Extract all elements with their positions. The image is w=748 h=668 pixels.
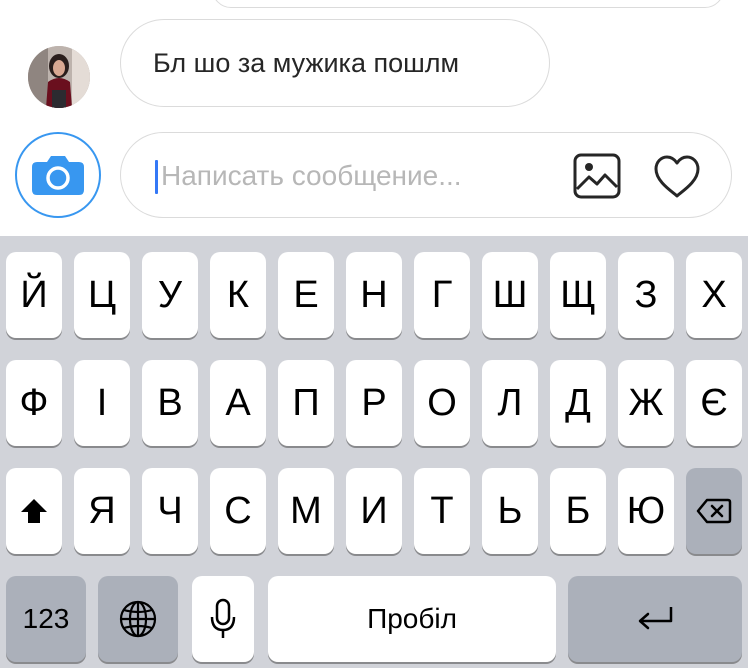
camera-button[interactable]: [15, 132, 101, 218]
backspace-key[interactable]: [686, 468, 742, 554]
microphone-key[interactable]: [192, 576, 254, 662]
numbers-key[interactable]: 123: [6, 576, 86, 662]
key-letter[interactable]: И: [346, 468, 402, 554]
key-letter[interactable]: З: [618, 252, 674, 338]
key-letter[interactable]: О: [414, 360, 470, 446]
avatar[interactable]: [28, 46, 90, 108]
space-key[interactable]: Пробіл: [268, 576, 556, 662]
key-letter[interactable]: Б: [550, 468, 606, 554]
keyboard: Й Ц У К Е Н Г Ш Щ З Х Ф І В А П Р О Л Д …: [0, 236, 748, 668]
text-caret: [155, 160, 158, 194]
message-bubble: Бл шо за мужика пошлм: [120, 19, 550, 107]
shift-icon: [21, 499, 47, 523]
key-letter[interactable]: А: [210, 360, 266, 446]
key-letter[interactable]: Ш: [482, 252, 538, 338]
key-letter[interactable]: Ь: [482, 468, 538, 554]
key-letter[interactable]: І: [74, 360, 130, 446]
key-letter[interactable]: Щ: [550, 252, 606, 338]
key-letter[interactable]: У: [142, 252, 198, 338]
message-input[interactable]: Написать сообщение...: [120, 132, 732, 218]
key-letter[interactable]: Н: [346, 252, 402, 338]
key-letter[interactable]: К: [210, 252, 266, 338]
heart-icon[interactable]: [653, 155, 701, 199]
globe-icon: [119, 600, 157, 638]
key-letter[interactable]: Я: [74, 468, 130, 554]
gallery-icon[interactable]: [573, 153, 621, 199]
key-letter[interactable]: М: [278, 468, 334, 554]
previous-message-bubble: [212, 0, 724, 8]
key-letter[interactable]: П: [278, 360, 334, 446]
key-letter[interactable]: Г: [414, 252, 470, 338]
key-letter[interactable]: Т: [414, 468, 470, 554]
key-letter[interactable]: Ф: [6, 360, 62, 446]
key-letter[interactable]: Р: [346, 360, 402, 446]
key-letter[interactable]: Л: [482, 360, 538, 446]
key-letter[interactable]: Д: [550, 360, 606, 446]
message-input-placeholder: Написать сообщение...: [161, 160, 462, 191]
avatar-photo: [28, 46, 90, 108]
key-letter[interactable]: С: [210, 468, 266, 554]
shift-key[interactable]: [6, 468, 62, 554]
key-letter[interactable]: В: [142, 360, 198, 446]
return-icon: [638, 607, 673, 630]
key-letter[interactable]: Ц: [74, 252, 130, 338]
chat-area: Бл шо за мужика пошлм Написать сообщение…: [0, 0, 748, 236]
key-letter[interactable]: Ж: [618, 360, 674, 446]
key-letter[interactable]: Ч: [142, 468, 198, 554]
backspace-icon: [696, 498, 732, 524]
message-text: Бл шо за мужика пошлм: [153, 47, 460, 78]
key-letter[interactable]: Й: [6, 252, 62, 338]
key-letter[interactable]: Е: [278, 252, 334, 338]
camera-icon: [32, 156, 84, 195]
key-letter[interactable]: Х: [686, 252, 742, 338]
key-letter[interactable]: Ю: [618, 468, 674, 554]
key-letter[interactable]: Є: [686, 360, 742, 446]
return-key[interactable]: [568, 576, 742, 662]
globe-key[interactable]: [98, 576, 178, 662]
microphone-icon: [210, 598, 236, 638]
